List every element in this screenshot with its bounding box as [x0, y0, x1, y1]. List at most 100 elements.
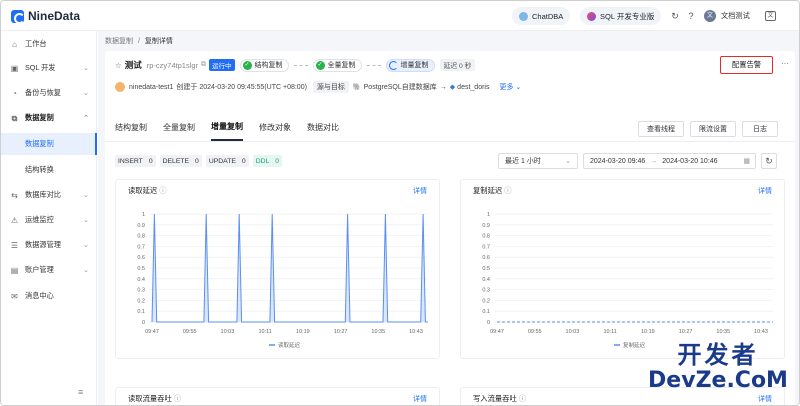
details-link[interactable]: 详情	[413, 394, 427, 404]
sidebar-subitem-schema-convert[interactable]: 结构转换	[1, 159, 97, 181]
delete-counter: DELETE 0	[159, 155, 202, 167]
step-full[interactable]: ✓ 全量复制	[312, 58, 362, 72]
refresh-cycle-icon[interactable]: ↻	[669, 10, 681, 22]
sql-pro-label: SQL 开发专业版	[600, 11, 655, 21]
sidebar-item-sql-dev[interactable]: ▣ SQL 开发 ⌄	[1, 59, 97, 77]
database-icon: ☰	[10, 240, 19, 250]
y-tick-label: 0.2	[137, 298, 145, 304]
step-label: 结构复制	[254, 62, 283, 69]
time-preset-select[interactable]: 最近 1 小时 ⌄	[498, 153, 578, 169]
x-tick-label: 10:19	[641, 329, 655, 335]
x-tick-label: 10:27	[334, 329, 348, 335]
sidebar-item-replication[interactable]: ⧉ 数据复制 ⌃	[1, 109, 97, 127]
view-threads-button[interactable]: 查看线程	[638, 121, 684, 137]
sidebar-item-db-compare[interactable]: ⇆ 数据库对比 ⌄	[1, 186, 97, 204]
log-button[interactable]: 日志	[742, 121, 778, 137]
sidebar-item-account[interactable]: ▤ 账户管理 ⌄	[1, 261, 97, 279]
x-tick-label: 09:47	[490, 329, 504, 335]
op-value: 0	[241, 157, 246, 165]
more-options-icon[interactable]: ···	[781, 59, 789, 68]
language-icon[interactable]: 文	[765, 11, 776, 21]
chart-title-text: 写入流量吞吐	[473, 394, 517, 403]
creator-avatar	[115, 82, 125, 92]
time-end: 2024-03-20 10:46	[662, 157, 718, 165]
y-tick-label: 0.7	[482, 244, 490, 250]
chart-title: 读取流量吞吐 ⓘ	[128, 394, 181, 404]
x-tick-label: 10:27	[679, 329, 693, 335]
y-tick-label: 0.9	[482, 223, 490, 229]
step-connector	[293, 64, 308, 66]
sidebar-item-label: 工作台	[25, 39, 47, 48]
chevron-down-icon: ⌄	[83, 90, 89, 97]
chevron-down-icon: ⌄	[83, 217, 89, 224]
y-tick-label: 1	[142, 212, 145, 218]
legend-label: 读取延迟	[278, 341, 301, 349]
source-name[interactable]: PostgreSQL自建数据库	[364, 82, 437, 92]
copy-delay-chart: 0 0.1 0.2 0.3 0.4 0.5 0.6 0.7 0.8 0.9 1 09:47 09:55 1…	[482, 212, 773, 349]
delay-badge: 延迟 0 秒	[439, 59, 476, 71]
y-tick-label: 0.9	[137, 223, 145, 229]
y-tick-label: 0.7	[137, 244, 145, 250]
sidebar-item-messages[interactable]: ✉ 消息中心	[1, 287, 97, 305]
time-preset-value: 最近 1 小时	[505, 158, 541, 165]
src-dst-label: 源与目标	[312, 81, 349, 93]
user-icon: ▤	[10, 265, 19, 275]
time-range-picker[interactable]: 2024-03-20 09:46 → 2024-03-20 10:46 ▦	[583, 153, 756, 169]
read-flow-chart-card: 读取流量吞吐 ⓘ 详情	[115, 387, 440, 405]
chatdba-button[interactable]: ChatDBA	[512, 7, 571, 25]
step-incremental[interactable]: 增量复制	[385, 58, 435, 72]
configure-alert-button[interactable]: 配置告警	[720, 56, 773, 74]
sidebar-item-monitoring[interactable]: ⚠ 运维监控 ⌄	[1, 211, 97, 229]
sidebar-subitem-replication[interactable]: 数据复制	[1, 133, 97, 155]
user-avatar[interactable]: 文	[704, 10, 716, 22]
sidebar-item-workbench[interactable]: ⌂ 工作台	[1, 35, 97, 53]
sidebar-item-datasource[interactable]: ☰ 数据源管理 ⌄	[1, 236, 97, 254]
y-tick-label: 0.4	[137, 277, 145, 283]
more-link[interactable]: 更多 ⌄	[499, 82, 521, 92]
sql-pro-button[interactable]: SQL 开发专业版	[580, 7, 662, 25]
help-icon[interactable]: ?	[685, 10, 697, 22]
breadcrumb-parent[interactable]: 数据复制	[105, 38, 133, 45]
tab-schema-copy[interactable]: 结构复制	[115, 113, 147, 141]
breadcrumb-current: 复制详情	[144, 38, 173, 45]
target-name[interactable]: dest_doris	[457, 84, 489, 91]
tab-incremental-copy[interactable]: 增量复制	[211, 113, 243, 141]
watermark-line1: 开发者	[677, 341, 759, 369]
star-icon[interactable]: ☆	[115, 61, 122, 70]
task-id: rp-czy74tp1slgr	[146, 60, 199, 70]
collapse-sidebar-icon[interactable]: ≡	[78, 387, 83, 397]
time-start: 2024-03-20 09:46	[590, 157, 646, 165]
throttle-settings-button[interactable]: 限流设置	[690, 121, 736, 137]
x-tick-label: 10:03	[566, 329, 580, 335]
sidebar-item-label: 消息中心	[25, 291, 54, 300]
logo[interactable]: NineData	[11, 9, 80, 24]
sidebar-item-label: 运维监控	[25, 215, 54, 224]
mail-icon: ✉	[11, 291, 18, 301]
sql-pro-icon	[587, 11, 596, 21]
y-tick-label: 0.5	[482, 266, 490, 272]
tab-modify-objects[interactable]: 修改对象	[259, 113, 291, 141]
info-icon[interactable]: ⓘ	[519, 394, 526, 403]
y-tick-label: 0	[487, 320, 490, 326]
sidebar-item-label: SQL 开发	[25, 63, 56, 72]
x-tick-label: 10:43	[754, 329, 768, 335]
sidebar-subitem-label: 结构转换	[25, 165, 54, 174]
chart-title-text: 读取流量吞吐	[128, 394, 172, 403]
refresh-icon: ↻	[765, 156, 773, 166]
refresh-button[interactable]: ↻	[761, 153, 777, 169]
tab-full-copy[interactable]: 全量复制	[163, 113, 195, 141]
user-name[interactable]: 文档测试	[721, 11, 750, 21]
check-icon: ✓	[242, 60, 252, 70]
info-icon[interactable]: ⓘ	[174, 394, 181, 403]
op-value: 0	[148, 157, 153, 165]
copy-id-icon[interactable]: ⧉	[201, 61, 206, 69]
breadcrumb: 数据复制 / 复制详情	[105, 36, 173, 46]
task-title-row: ☆ 测试 rp-czy74tp1slgr ⧉ 运行中 ✓ 结构复制 ✓ 全量复制 增…	[115, 58, 476, 72]
sidebar-item-backup[interactable]: ◔ 备份与恢复 ⌄	[1, 84, 97, 102]
step-schema[interactable]: ✓ 结构复制	[239, 58, 289, 72]
y-tick-label: 0.1	[137, 309, 145, 315]
ninedata-logo-icon	[11, 9, 25, 24]
y-tick-label: 0.6	[137, 255, 145, 261]
tab-data-compare[interactable]: 数据对比	[307, 113, 339, 141]
chart-title: 写入流量吞吐 ⓘ	[473, 394, 526, 404]
